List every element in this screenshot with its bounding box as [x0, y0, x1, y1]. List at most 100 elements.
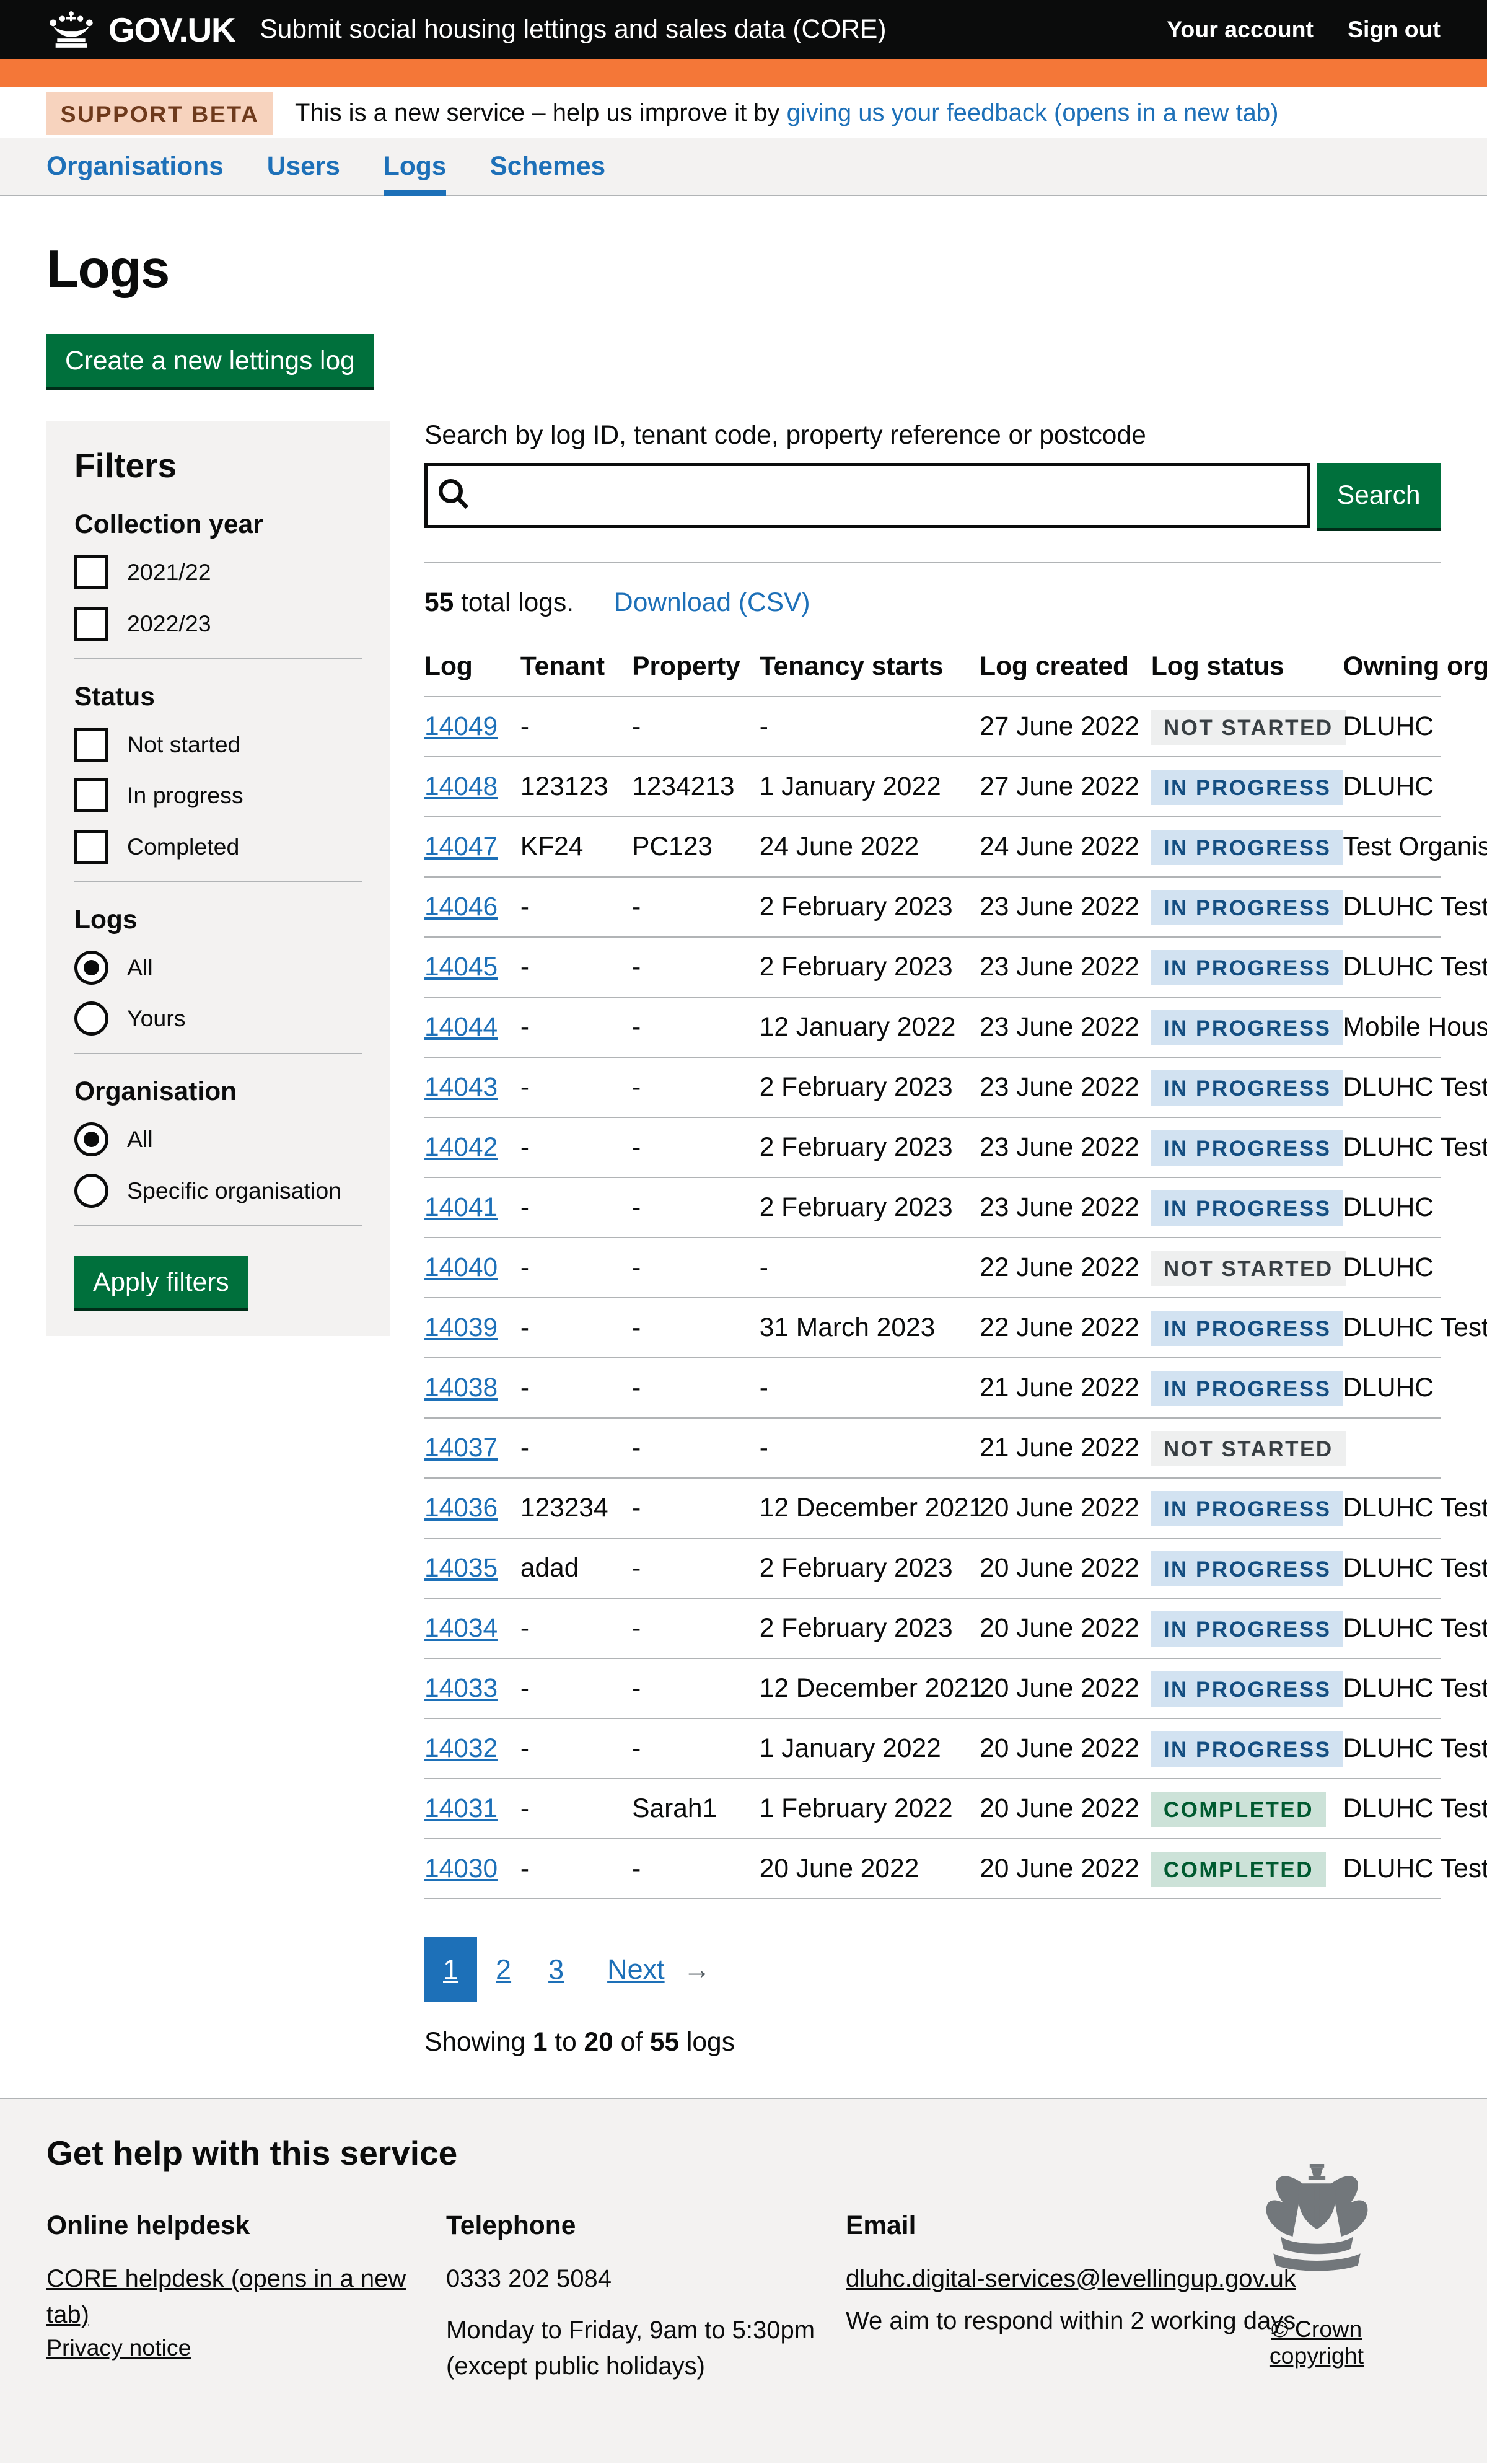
search-input[interactable] [424, 463, 1310, 528]
cell-log-status: IN PROGRESS [1151, 1478, 1343, 1538]
cell-owning-organisation: Test Organis [1343, 817, 1441, 877]
nav-item-logs[interactable]: Logs [384, 138, 447, 196]
log-id-link[interactable]: 14047 [424, 832, 498, 861]
pagination-page-2[interactable]: 2 [477, 1937, 530, 2002]
page: GOV.UK Submit social housing lettings an… [0, 0, 1487, 2463]
log-id-link[interactable]: 14034 [424, 1614, 498, 1643]
cell-tenancy-starts: 2 February 2023 [760, 1598, 980, 1658]
phase-banner-text: This is a new service – help us improve … [295, 99, 1278, 127]
checkbox-control[interactable] [74, 778, 108, 812]
cell-tenancy-starts: 1 January 2022 [760, 1718, 980, 1779]
status-badge: IN PROGRESS [1151, 1611, 1344, 1647]
govuk-crown-icon[interactable] [46, 9, 96, 50]
pagination-page-3[interactable]: 3 [530, 1937, 582, 2002]
checkbox-control[interactable] [74, 830, 108, 864]
cell-log-status: COMPLETED [1151, 1779, 1343, 1839]
footer-heading: Get help with this service [46, 2133, 1441, 2173]
status-badge: IN PROGRESS [1151, 950, 1344, 986]
option-label: Yours [127, 1005, 186, 1032]
cell-log: 14044 [424, 997, 520, 1057]
pagination-page-1[interactable]: 1 [424, 1937, 477, 2002]
log-id-link[interactable]: 14043 [424, 1073, 498, 1102]
cell-log: 14042 [424, 1117, 520, 1177]
privacy-notice-link[interactable]: Privacy notice [46, 2334, 191, 2361]
checkbox-in-progress[interactable]: In progress [74, 778, 362, 812]
email-link[interactable]: dluhc.digital-services@levellingup.gov.u… [846, 2265, 1296, 2292]
checkbox-not-started[interactable]: Not started [74, 728, 362, 762]
cell-tenancy-starts: 12 December 2021 [760, 1658, 980, 1718]
checkbox-control[interactable] [74, 607, 108, 641]
radio-yours[interactable]: Yours [74, 1001, 362, 1036]
radio-control[interactable] [74, 1174, 108, 1208]
download-csv-link[interactable]: Download (CSV) [614, 588, 810, 617]
cell-log-created: 23 June 2022 [980, 877, 1151, 937]
cell-log: 14049 [424, 697, 520, 757]
log-id-link[interactable]: 14042 [424, 1133, 498, 1162]
checkbox-completed[interactable]: Completed [74, 830, 362, 864]
column-header-owning-organisation: Owning organisation [1343, 640, 1441, 697]
cell-log-created: 23 June 2022 [980, 1177, 1151, 1238]
results-count-suffix: total logs. [454, 588, 574, 617]
radio-control[interactable] [74, 951, 108, 985]
log-id-link[interactable]: 14030 [424, 1854, 498, 1883]
feedback-link[interactable]: giving us your feedback (opens in a new … [787, 99, 1279, 126]
cell-tenant: - [520, 997, 632, 1057]
crown-copyright-link[interactable]: © Crown copyright [1242, 2316, 1391, 2369]
cell-log-status: COMPLETED [1151, 1839, 1343, 1899]
cell-log: 14032 [424, 1718, 520, 1779]
status-badge: IN PROGRESS [1151, 1491, 1344, 1527]
cell-property: - [632, 1057, 760, 1117]
primary-navigation: Organisations Users Logs Schemes [0, 138, 1487, 196]
checkbox-control[interactable] [74, 555, 108, 589]
log-id-link[interactable]: 14035 [424, 1554, 498, 1583]
cell-property: - [632, 1418, 760, 1478]
sign-out-link[interactable]: Sign out [1348, 16, 1441, 43]
cell-log-created: 23 June 2022 [980, 1117, 1151, 1177]
radio-all[interactable]: All [74, 951, 362, 985]
radio-control[interactable] [74, 1001, 108, 1036]
create-lettings-log-button[interactable]: Create a new lettings log [46, 334, 374, 387]
log-id-link[interactable]: 14045 [424, 953, 498, 982]
cell-property: - [632, 1358, 760, 1418]
log-id-link[interactable]: 14032 [424, 1734, 498, 1763]
log-id-link[interactable]: 14048 [424, 772, 498, 801]
checkbox-control[interactable] [74, 728, 108, 762]
log-id-link[interactable]: 14031 [424, 1794, 498, 1823]
cell-log: 14037 [424, 1418, 520, 1478]
checkbox-2021-22[interactable]: 2021/22 [74, 555, 362, 589]
cell-log-status: IN PROGRESS [1151, 1598, 1343, 1658]
apply-filters-button[interactable]: Apply filters [74, 1256, 248, 1309]
log-id-link[interactable]: 14039 [424, 1313, 498, 1342]
cell-log-status: IN PROGRESS [1151, 1057, 1343, 1117]
your-account-link[interactable]: Your account [1167, 16, 1314, 43]
govuk-brand[interactable]: GOV.UK [108, 10, 235, 50]
log-id-link[interactable]: 14033 [424, 1674, 498, 1703]
cell-owning-organisation: DLUHC [1343, 697, 1441, 757]
cell-property: - [632, 1177, 760, 1238]
table-row: 14037---21 June 2022NOT STARTED [424, 1418, 1441, 1478]
log-id-link[interactable]: 14038 [424, 1373, 498, 1402]
log-id-link[interactable]: 14041 [424, 1193, 498, 1222]
filter-group-status: StatusNot startedIn progressCompleted [74, 682, 362, 864]
nav-item-organisations[interactable]: Organisations [46, 138, 224, 196]
core-helpdesk-link[interactable]: CORE helpdesk (opens in a new tab) [46, 2265, 406, 2328]
search-button[interactable]: Search [1317, 463, 1441, 528]
radio-all[interactable]: All [74, 1122, 362, 1156]
nav-item-schemes[interactable]: Schemes [489, 138, 605, 196]
service-name[interactable]: Submit social housing lettings and sales… [260, 15, 886, 45]
nav-item-users[interactable]: Users [267, 138, 340, 196]
radio-control[interactable] [74, 1122, 108, 1156]
log-id-link[interactable]: 14044 [424, 1013, 498, 1042]
telephone-heading: Telephone [446, 2207, 846, 2245]
log-id-link[interactable]: 14049 [424, 712, 498, 741]
filter-divider [74, 1053, 362, 1054]
status-badge: IN PROGRESS [1151, 1311, 1344, 1347]
radio-specific-organisation[interactable]: Specific organisation [74, 1174, 362, 1208]
log-id-link[interactable]: 14040 [424, 1253, 498, 1282]
log-id-link[interactable]: 14046 [424, 892, 498, 922]
table-row: 14041--2 February 202323 June 2022IN PRO… [424, 1177, 1441, 1238]
log-id-link[interactable]: 14036 [424, 1494, 498, 1523]
checkbox-2022-23[interactable]: 2022/23 [74, 607, 362, 641]
pagination-next-link[interactable]: Next [582, 1937, 671, 2003]
log-id-link[interactable]: 14037 [424, 1433, 498, 1463]
